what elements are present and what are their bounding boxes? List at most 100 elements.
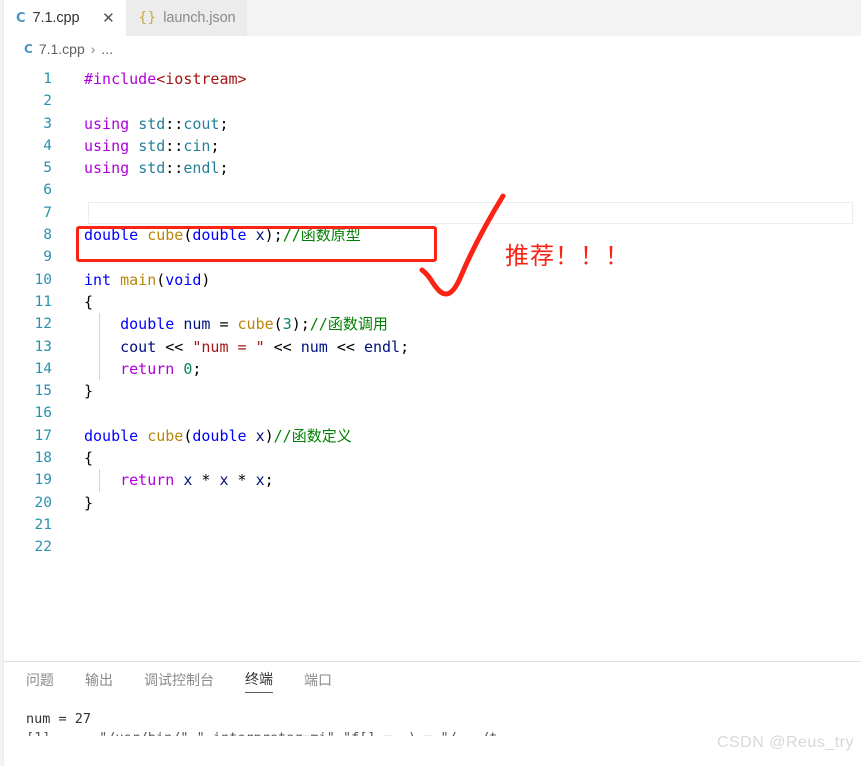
breadcrumb: C 7.1.cpp › ... xyxy=(4,36,861,62)
code-token: 3 xyxy=(282,315,292,334)
code-line[interactable]: 2 xyxy=(4,90,861,112)
code-token: int xyxy=(84,270,112,289)
line-number: 9 xyxy=(43,249,52,266)
code-line[interactable]: 1 #include<iostream> xyxy=(4,68,861,90)
code-token: ; xyxy=(264,471,274,490)
tab-label: 7.1.cpp xyxy=(32,10,80,26)
code-token: using xyxy=(84,136,130,155)
panel-tab-item[interactable]: 输出 xyxy=(85,670,113,693)
code-token: cout xyxy=(120,337,157,356)
code-line[interactable]: 11 { xyxy=(4,291,861,313)
editor-tab-bar: C 7.1.cpp ✕ {} launch.json xyxy=(4,0,861,36)
code-line[interactable]: 6 xyxy=(4,179,861,201)
code-token: endl xyxy=(183,159,220,178)
code-token: <iostream> xyxy=(156,70,247,88)
code-line[interactable]: 12 double num = cube(3);//函数调用 xyxy=(4,313,861,336)
code-token: //函数原型 xyxy=(282,226,361,245)
terminal-line: num = 27 xyxy=(26,711,92,727)
line-number: 20 xyxy=(34,494,52,511)
code-line[interactable]: 19 return x * x * x; xyxy=(4,469,861,492)
code-line[interactable]: 3 using std::cout; xyxy=(4,113,861,135)
code-token: num xyxy=(300,337,328,356)
code-token: void xyxy=(165,270,202,289)
code-line[interactable]: 9 xyxy=(4,246,861,268)
code-token: * xyxy=(237,471,247,490)
code-token: num xyxy=(183,315,211,334)
code-token: double xyxy=(84,226,139,245)
terminal-output[interactable]: num = 27[1] - "/usr/bin/" "-interpreter=… xyxy=(26,710,861,736)
code-token: x xyxy=(255,471,265,490)
code-token: #include xyxy=(84,70,157,88)
line-number: 16 xyxy=(34,405,52,422)
tab-label: launch.json xyxy=(163,10,236,26)
code-token: std xyxy=(138,114,166,133)
code-token: //函数定义 xyxy=(273,426,352,445)
code-text: int main(void) xyxy=(84,269,210,291)
code-editor[interactable]: 1 #include<iostream> 2 3 using std::cout; 4 us… xyxy=(4,62,861,661)
line-number: 19 xyxy=(34,472,52,489)
code-token: << xyxy=(273,337,292,356)
code-token: ; xyxy=(219,114,229,133)
panel-tab-list: 问题 输出 调试控制台 终端 端口 xyxy=(4,662,363,700)
code-token: std xyxy=(138,159,166,178)
code-line[interactable]: 20} xyxy=(4,492,861,514)
code-token: << xyxy=(165,337,184,356)
breadcrumb-ellipsis[interactable]: ... xyxy=(101,41,113,57)
panel-tab-active[interactable]: 终端 xyxy=(245,669,273,693)
panel-tab-item[interactable]: 问题 xyxy=(26,670,54,693)
code-line[interactable]: 22 xyxy=(4,536,861,558)
close-icon[interactable]: ✕ xyxy=(101,10,115,26)
panel-tab-item[interactable]: 调试控制台 xyxy=(144,670,214,693)
code-token: //函数调用 xyxy=(309,315,388,334)
panel-tab-item[interactable]: 端口 xyxy=(304,670,332,693)
line-number: 10 xyxy=(34,271,52,288)
code-text: cout << "num = " << num << endl; xyxy=(84,336,409,358)
code-token: cube xyxy=(147,226,184,245)
code-line[interactable]: 16 xyxy=(4,402,861,424)
breadcrumb-file[interactable]: 7.1.cpp xyxy=(39,41,85,57)
code-line[interactable]: 14 return 0; xyxy=(4,357,861,381)
tab-launch-json[interactable]: {} launch.json xyxy=(126,0,247,36)
code-token: double xyxy=(84,426,139,445)
tab-bar-empty-space xyxy=(246,0,861,36)
line-number: 22 xyxy=(34,539,52,556)
code-token: cube xyxy=(237,315,274,334)
code-token: endl xyxy=(363,337,401,356)
code-line[interactable]: 18 { xyxy=(4,447,861,469)
code-line[interactable]: 5 using std::endl; xyxy=(4,157,861,179)
code-text: double cube(double x)//函数定义 xyxy=(84,425,352,447)
code-token: } xyxy=(84,493,94,512)
line-number: 15 xyxy=(34,383,52,400)
code-token: cin xyxy=(183,136,211,155)
code-token: { xyxy=(84,449,94,468)
line-number: 8 xyxy=(43,227,52,244)
code-line[interactable]: 13 cout << "num = " << num << endl; xyxy=(4,335,861,358)
code-token: << xyxy=(336,337,355,356)
line-number: 11 xyxy=(34,293,52,310)
code-line[interactable]: 15} xyxy=(4,380,861,402)
code-token: double xyxy=(192,226,247,245)
code-token: { xyxy=(84,292,94,311)
code-line[interactable]: 10 int main(void) xyxy=(4,269,861,291)
code-line[interactable]: 8 double cube(double x);//函数原型 xyxy=(4,224,861,246)
code-line[interactable]: 17 double cube(double x)//函数定义 xyxy=(4,425,861,447)
code-token: x xyxy=(255,226,265,245)
code-line[interactable]: 21 xyxy=(4,514,861,536)
code-line[interactable]: 7 xyxy=(4,201,861,225)
tab-7-1-cpp[interactable]: C 7.1.cpp ✕ xyxy=(4,0,127,36)
code-token: double xyxy=(120,315,175,334)
code-line[interactable]: 4 using std::cin; xyxy=(4,135,861,157)
